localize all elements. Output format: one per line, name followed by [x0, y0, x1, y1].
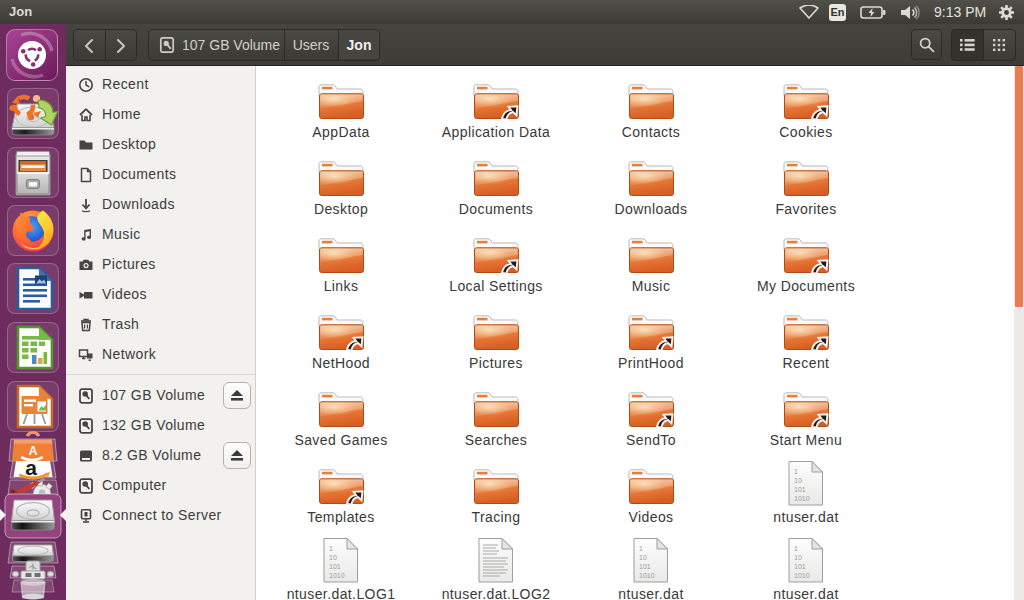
svg-text:a: a	[25, 456, 37, 479]
